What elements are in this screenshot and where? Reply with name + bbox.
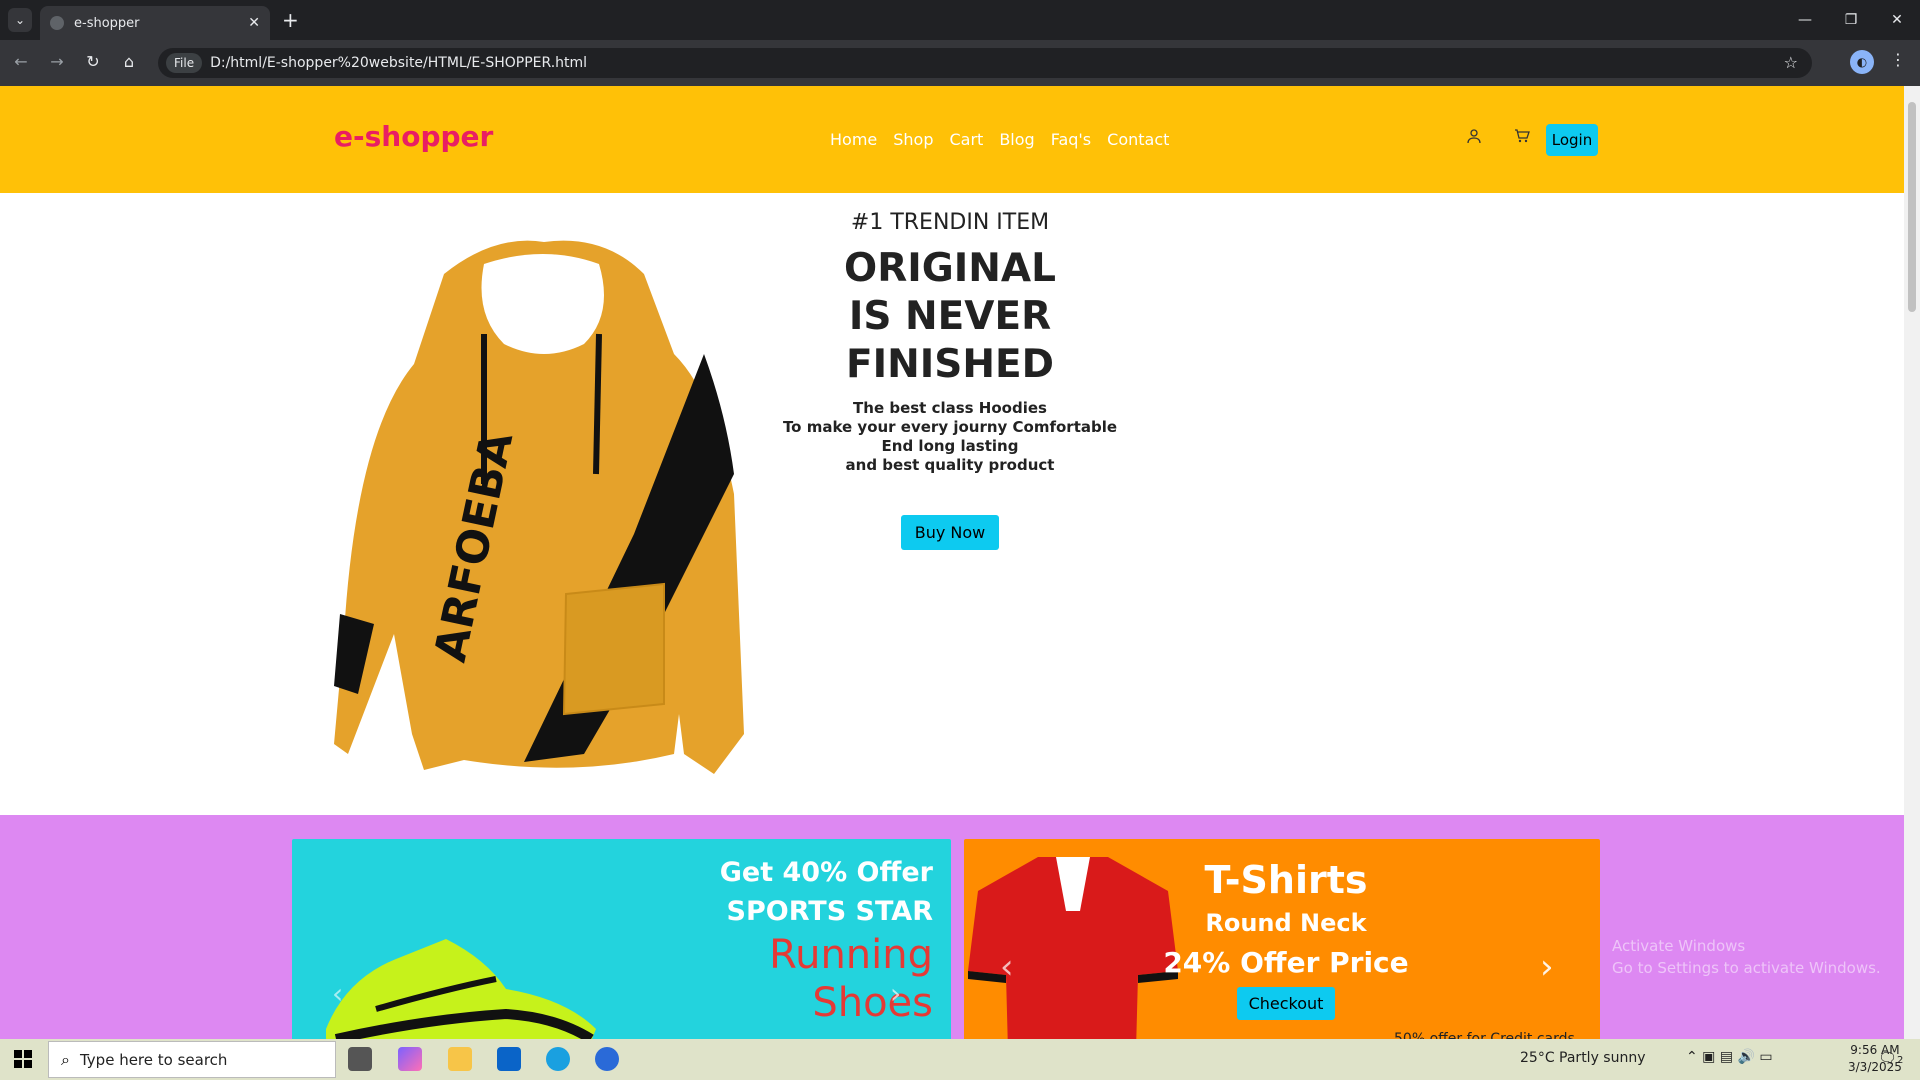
user-icon[interactable] (1466, 128, 1482, 148)
search-icon: ⌕ (61, 1049, 70, 1069)
tab-search-chevron-icon[interactable]: ⌄ (8, 8, 32, 32)
back-arrow-icon[interactable]: ← (10, 52, 32, 71)
browser-tab-bar: ⌄ e-shopper ✕ + — ❐ ✕ (0, 0, 1920, 40)
nav-blog[interactable]: Blog (999, 130, 1034, 149)
restore-icon[interactable]: ❐ (1828, 0, 1874, 40)
carousel-prev-icon[interactable]: ‹ (1000, 947, 1014, 987)
promo-section: Get 40% Offer SPORTS STAR Running Shoes … (0, 815, 1904, 1039)
windows-taskbar: ⌕ Type here to search 25°C Partly sunny … (0, 1039, 1920, 1080)
globe-icon (50, 16, 64, 30)
menu-kebab-icon[interactable]: ⋮ (1890, 50, 1906, 69)
hero-title-line: FINISHED (845, 342, 1055, 387)
tshirt-offer: 24% Offer Price (1163, 946, 1409, 979)
page-viewport: e-shopper Home Shop Cart Blog Faq's Cont… (0, 86, 1904, 1039)
tshirt-promo-card[interactable]: T-Shirts Round Neck 24% Offer Price Chec… (964, 839, 1600, 1039)
shoe-image (326, 939, 596, 1039)
nav-shop[interactable]: Shop (893, 130, 933, 149)
close-tab-icon[interactable]: ✕ (248, 15, 260, 31)
nav-cart[interactable]: Cart (950, 130, 984, 149)
hero-title: ORIGINAL IS NEVER FINISHED (780, 245, 1120, 389)
carousel-next-icon[interactable]: › (1540, 947, 1554, 987)
minimize-icon[interactable]: — (1782, 0, 1828, 40)
weather-widget[interactable]: 25°C Partly sunny (1520, 1050, 1646, 1066)
new-tab-button[interactable]: + (282, 8, 299, 32)
site-header: e-shopper Home Shop Cart Blog Faq's Cont… (0, 86, 1904, 193)
shoes-title-line: Running (769, 932, 933, 978)
hero-desc-line: The best class Hoodies (853, 399, 1047, 417)
main-nav: Home Shop Cart Blog Faq's Contact (830, 130, 1169, 149)
home-icon[interactable]: ⌂ (118, 52, 140, 71)
nav-contact[interactable]: Contact (1107, 130, 1169, 149)
buy-now-button[interactable]: Buy Now (900, 515, 1000, 550)
shoes-offer-text: Get 40% Offer (719, 857, 933, 888)
tshirt-image (968, 857, 1178, 1039)
browser-toolbar: ← → ↻ ⌂ File D:/html/E-shopper%20website… (0, 40, 1920, 86)
hero-desc-line: and best quality product (845, 456, 1055, 474)
site-logo[interactable]: e-shopper (334, 120, 493, 153)
hero-text: #1 TRENDIN ITEM ORIGINAL IS NEVER FINISH… (780, 210, 1120, 550)
taskbar-search[interactable]: ⌕ Type here to search (48, 1041, 336, 1078)
edge-icon[interactable] (546, 1047, 570, 1071)
url-text[interactable]: D:/html/E-shopper%20website/HTML/E-SHOPP… (210, 55, 587, 71)
nav-faqs[interactable]: Faq's (1051, 130, 1091, 149)
windows-start-icon[interactable] (14, 1050, 32, 1068)
tab-title: e-shopper (74, 15, 140, 31)
credit-card-note: 50% offer for Credit cards (1394, 1031, 1575, 1039)
address-bar[interactable]: File D:/html/E-shopper%20website/HTML/E-… (158, 48, 1812, 78)
watermark-line: Go to Settings to activate Windows. (1612, 959, 1881, 977)
notification-count: 2 (1897, 1055, 1904, 1066)
hero-description: The best class Hoodies To make your ever… (780, 399, 1120, 475)
carousel-prev-icon[interactable]: ‹ (332, 977, 343, 1010)
site-info-chip[interactable]: File (166, 53, 203, 73)
profile-avatar-icon[interactable]: ◐ (1850, 50, 1874, 74)
nav-home[interactable]: Home (830, 130, 877, 149)
login-button[interactable]: Login (1546, 124, 1598, 156)
shoes-promo-card[interactable]: Get 40% Offer SPORTS STAR Running Shoes (292, 839, 951, 1039)
search-placeholder: Type here to search (79, 1050, 228, 1069)
system-tray-icons[interactable]: ⌃ ▣ ▤ 🔊 ▭ (1686, 1049, 1773, 1065)
hero-hoodie-image: ARFOEBA (334, 240, 744, 774)
checkout-button[interactable]: Checkout (1236, 987, 1336, 1020)
hero-desc-line: To make your every journy Comfortable (782, 418, 1118, 436)
tshirt-subtitle: Round Neck (1205, 909, 1367, 937)
outlook-icon[interactable] (497, 1047, 521, 1071)
tshirt-promo-text: T-Shirts Round Neck 24% Offer Price Chec… (1163, 857, 1409, 1020)
window-controls: — ❐ ✕ (1782, 0, 1920, 40)
carousel-next-icon[interactable]: › (890, 977, 901, 1010)
bookmark-star-icon[interactable]: ☆ (1784, 53, 1798, 72)
hero-title-line: IS NEVER (848, 294, 1052, 339)
scrollbar-thumb[interactable] (1908, 102, 1916, 312)
hero-desc-line: End long lasting (881, 437, 1019, 455)
page-scrollbar[interactable] (1904, 86, 1920, 1039)
notification-icon[interactable]: 🗨2 (1878, 1049, 1903, 1067)
reload-icon[interactable]: ↻ (82, 52, 104, 71)
shoes-brand-text: SPORTS STAR (726, 896, 933, 927)
task-view-icon[interactable] (348, 1047, 372, 1071)
chrome-icon[interactable] (595, 1047, 619, 1071)
activate-windows-watermark: Activate Windows Go to Settings to activ… (1612, 935, 1881, 979)
browser-tab[interactable]: e-shopper ✕ (40, 6, 270, 40)
copilot-icon[interactable] (398, 1047, 422, 1071)
cart-icon[interactable] (1514, 128, 1530, 148)
file-explorer-icon[interactable] (448, 1047, 472, 1071)
close-window-icon[interactable]: ✕ (1874, 0, 1920, 40)
watermark-line: Activate Windows (1612, 937, 1746, 955)
forward-arrow-icon[interactable]: → (46, 52, 68, 71)
tshirt-title: T-Shirts (1204, 858, 1368, 902)
hero-kicker: #1 TRENDIN ITEM (850, 210, 1050, 235)
hero-title-line: ORIGINAL (844, 246, 1056, 291)
